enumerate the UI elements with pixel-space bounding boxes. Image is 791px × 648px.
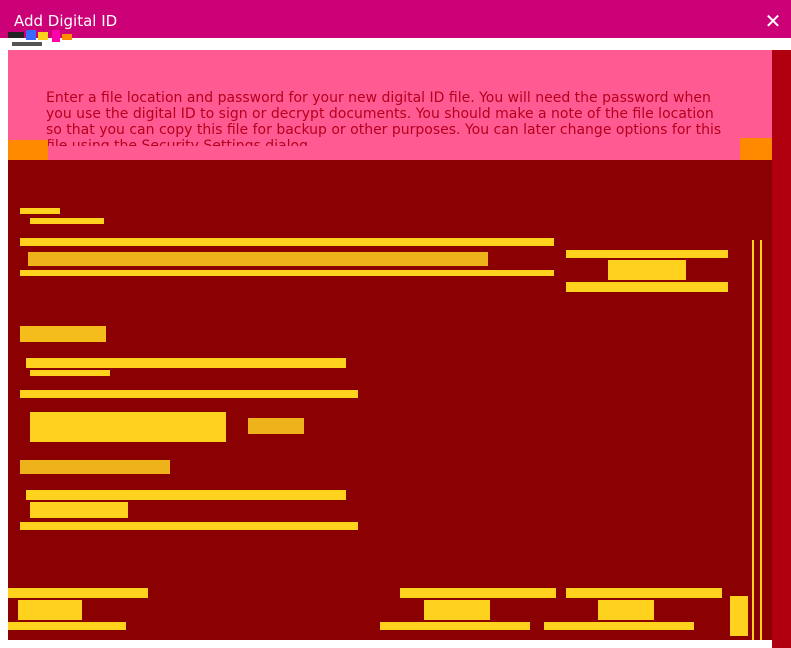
file-location-field-bottom bbox=[20, 270, 554, 276]
close-button[interactable]: ✕ bbox=[760, 10, 786, 32]
browse-button-top bbox=[566, 250, 728, 258]
file-location-field-top bbox=[20, 238, 554, 246]
info-line-3: so that you can copy this file for backu… bbox=[46, 122, 722, 138]
info-line-4: file using the Security Settings dialog. bbox=[46, 138, 313, 146]
help-button-top bbox=[8, 588, 148, 598]
back-button-top bbox=[400, 588, 556, 598]
info-description: Enter a file location and password for y… bbox=[46, 90, 746, 146]
info-line-1: Enter a file location and password for y… bbox=[46, 90, 711, 106]
info-panel: Enter a file location and password for y… bbox=[8, 50, 772, 160]
finish-button-top bbox=[566, 588, 722, 598]
confirm-password-label bbox=[20, 460, 170, 474]
back-button-bottom bbox=[380, 622, 530, 630]
password-hint bbox=[30, 370, 110, 376]
confirm-password-input[interactable] bbox=[26, 490, 346, 500]
corner-grip bbox=[730, 596, 748, 636]
confirm-password-field-bottom bbox=[20, 522, 358, 530]
title-noise bbox=[8, 30, 74, 50]
password-strength-meter bbox=[30, 412, 226, 442]
help-button[interactable] bbox=[18, 600, 82, 620]
file-location-label-2 bbox=[30, 218, 104, 224]
right-glitch-line-1 bbox=[752, 240, 754, 640]
finish-button[interactable] bbox=[598, 600, 654, 620]
right-edge-column bbox=[772, 50, 791, 648]
password-label bbox=[20, 326, 106, 342]
help-button-bottom bbox=[8, 622, 126, 630]
browse-button[interactable] bbox=[608, 260, 686, 280]
window-title: Add Digital ID bbox=[14, 12, 118, 30]
password-field-bottom bbox=[20, 390, 358, 398]
password-strength-label bbox=[248, 418, 304, 434]
finish-button-bottom bbox=[544, 622, 694, 630]
title-bar: Add Digital ID ✕ bbox=[0, 0, 791, 38]
back-button[interactable] bbox=[424, 600, 490, 620]
right-glitch-line-2 bbox=[760, 240, 762, 640]
form-area bbox=[8, 160, 780, 640]
file-location-label bbox=[20, 208, 60, 214]
file-location-input[interactable] bbox=[28, 252, 488, 266]
close-icon: ✕ bbox=[764, 9, 782, 33]
browse-button-bottom bbox=[566, 282, 728, 292]
info-line-2: you use the digital ID to sign or decryp… bbox=[46, 106, 714, 122]
password-input[interactable] bbox=[26, 358, 346, 368]
confirm-password-hint bbox=[30, 502, 128, 518]
info-edge-noise-left bbox=[8, 140, 48, 162]
